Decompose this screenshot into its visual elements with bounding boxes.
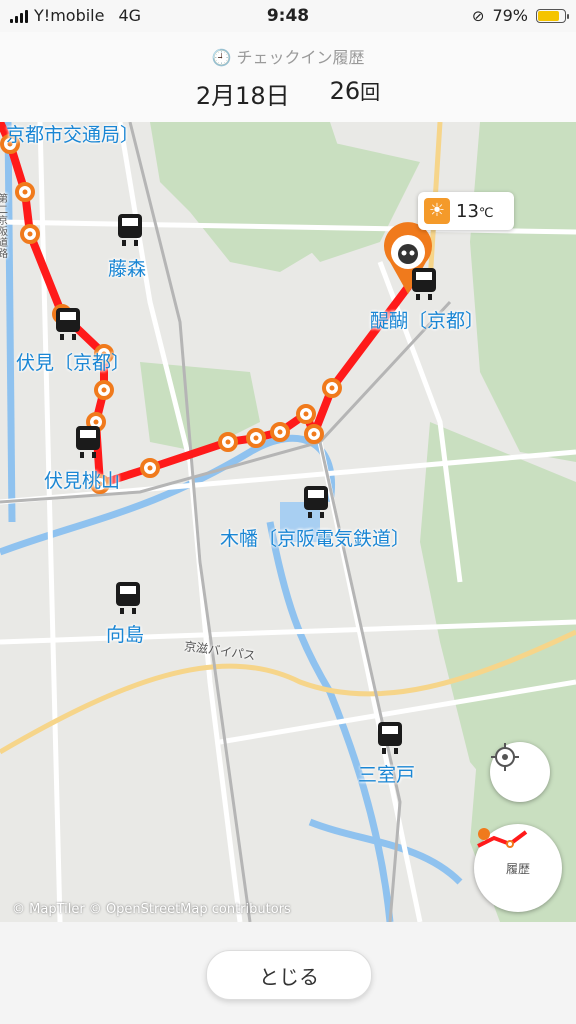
weather-badge: ☀ 13℃ — [418, 192, 514, 230]
station-label-kyoto-kotsu[interactable]: 京都市交通局〕 — [6, 122, 139, 147]
station-label-fushimi-momoyama[interactable]: 伏見桃山 — [44, 466, 120, 493]
history-header: 🕘 チェックイン履歴 2月18日 26回 — [0, 32, 576, 122]
battery-percent: 79% — [492, 6, 528, 25]
sun-icon: ☀ — [424, 198, 450, 224]
route-thumbnail-icon — [477, 828, 528, 848]
clock-icon: 🕘 — [211, 48, 232, 67]
history-map-button[interactable]: 履歴 — [474, 824, 562, 912]
park-areas — [140, 122, 576, 922]
history-button-label: 履歴 — [505, 861, 530, 876]
station-label-mimurodo[interactable]: 三室戸 — [358, 760, 415, 787]
station-label-kowata[interactable]: 木幡〔京阪電気鉄道〕 — [220, 524, 410, 551]
footer-bar: とじる — [0, 922, 576, 1024]
crosshair-icon — [491, 743, 519, 771]
checkin-count: 26回 — [329, 77, 381, 105]
map-canvas — [0, 122, 576, 922]
road-label-daini-keihan: 第二京阪道路 — [0, 194, 8, 260]
close-button[interactable]: とじる — [206, 950, 372, 1000]
station-label-fujinomori[interactable]: 藤森 — [108, 254, 146, 281]
locate-me-button[interactable] — [490, 742, 550, 802]
rotation-lock-icon: ⊘ — [471, 6, 485, 25]
station-label-daigo[interactable]: 醍醐〔京都〕 — [370, 306, 484, 333]
status-bar: Y!mobile 4G 9:48 ⊘ 79% — [0, 0, 576, 32]
weather-temperature: 13 — [456, 200, 479, 222]
map-view[interactable]: 京都市交通局〕 藤森 伏見〔京都〕 伏見桃山 醍醐〔京都〕 木幡〔京阪電気鉄道〕… — [0, 122, 576, 922]
map-attribution[interactable]: © MapTiler © OpenStreetMap contributors — [12, 902, 291, 917]
weather-unit: ℃ — [478, 205, 494, 221]
station-label-fushimi-kyoto[interactable]: 伏見〔京都〕 — [16, 348, 130, 375]
battery-icon — [536, 8, 569, 23]
station-label-mukaijima[interactable]: 向島 — [106, 620, 144, 647]
history-date: 2月18日 — [195, 82, 290, 110]
header-subtitle: 🕘 チェックイン履歴 — [211, 48, 365, 67]
